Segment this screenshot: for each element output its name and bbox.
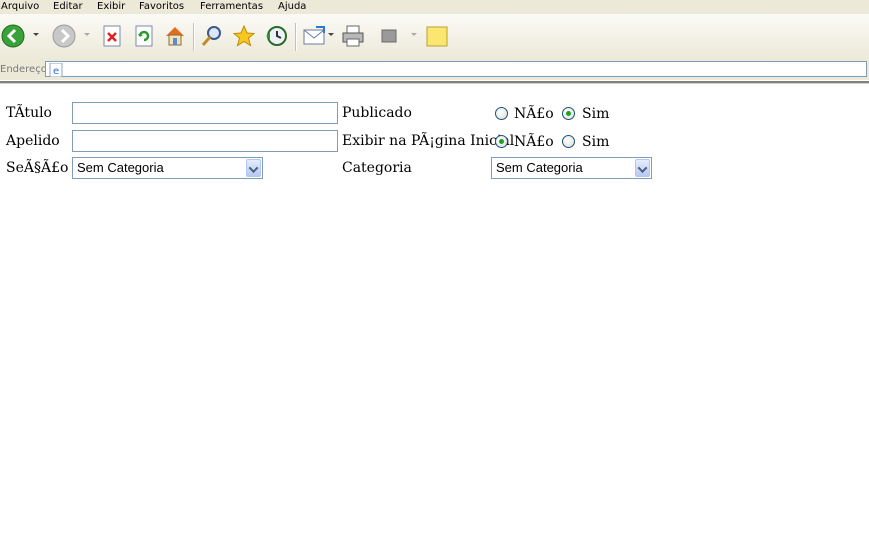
favorites-icon[interactable]: [232, 24, 256, 48]
stop-icon[interactable]: [100, 24, 124, 48]
toolbar-separator: [295, 23, 297, 51]
toolbar-separator: [193, 23, 195, 51]
chevron-down-icon[interactable]: [246, 159, 261, 177]
chevron-down-icon[interactable]: [635, 159, 650, 177]
address-label: Endereço: [0, 64, 47, 75]
published-no-radio[interactable]: [495, 107, 508, 120]
browser-toolbar: [0, 14, 869, 60]
section-label: SeÃ§Ã£o: [6, 160, 69, 176]
alias-input[interactable]: [72, 130, 338, 152]
forward-dropdown-icon[interactable]: [84, 33, 90, 36]
menu-bar: Arquivo Editar Exibir Favoritos Ferramen…: [0, 0, 869, 14]
menu-exibir[interactable]: Exibir: [97, 0, 125, 13]
notes-icon[interactable]: [425, 24, 449, 48]
back-icon[interactable]: [1, 24, 25, 48]
back-dropdown-icon[interactable]: [33, 33, 39, 36]
edit-icon[interactable]: [378, 24, 402, 48]
address-input[interactable]: e: [45, 61, 867, 78]
frontpage-yes-label: Sim: [582, 134, 610, 150]
history-icon[interactable]: [264, 24, 288, 48]
refresh-icon[interactable]: [132, 24, 156, 48]
title-input[interactable]: [72, 102, 338, 124]
home-icon[interactable]: [163, 24, 187, 48]
published-yes-label: Sim: [582, 106, 610, 122]
mail-dropdown-icon[interactable]: [328, 33, 334, 36]
alias-label: Apelido: [6, 133, 60, 149]
section-select[interactable]: Sem Categoria: [72, 157, 263, 179]
category-select-value: Sem Categoria: [496, 160, 583, 175]
print-icon[interactable]: [341, 24, 365, 48]
menu-arquivo[interactable]: Arquivo: [1, 0, 39, 13]
frontpage-no-label: NÃ£o: [514, 134, 554, 150]
address-bar: Endereço e: [0, 60, 869, 81]
frontpage-label: Exibir na PÃ¡gina Inicial: [342, 133, 515, 149]
frontpage-yes-radio[interactable]: [562, 135, 575, 148]
search-icon[interactable]: [200, 24, 224, 48]
menu-ajuda[interactable]: Ajuda: [278, 0, 306, 13]
content-divider: [0, 81, 869, 84]
published-yes-radio[interactable]: [562, 107, 575, 120]
frontpage-no-radio[interactable]: [495, 135, 508, 148]
menu-ferramentas[interactable]: Ferramentas: [200, 0, 263, 13]
menu-favoritos[interactable]: Favoritos: [139, 0, 184, 13]
svg-text:e: e: [53, 66, 59, 77]
category-select[interactable]: Sem Categoria: [491, 157, 652, 179]
edit-dropdown-icon[interactable]: [411, 33, 417, 36]
published-no-label: NÃ£o: [514, 106, 554, 122]
menu-editar[interactable]: Editar: [53, 0, 83, 13]
published-label: Publicado: [342, 105, 412, 121]
title-label: TÃtulo: [6, 105, 52, 121]
ie-page-icon: e: [48, 62, 64, 81]
mail-icon[interactable]: [302, 24, 326, 48]
category-label: Categoria: [342, 160, 412, 176]
forward-icon[interactable]: [52, 24, 76, 48]
section-select-value: Sem Categoria: [77, 160, 164, 175]
